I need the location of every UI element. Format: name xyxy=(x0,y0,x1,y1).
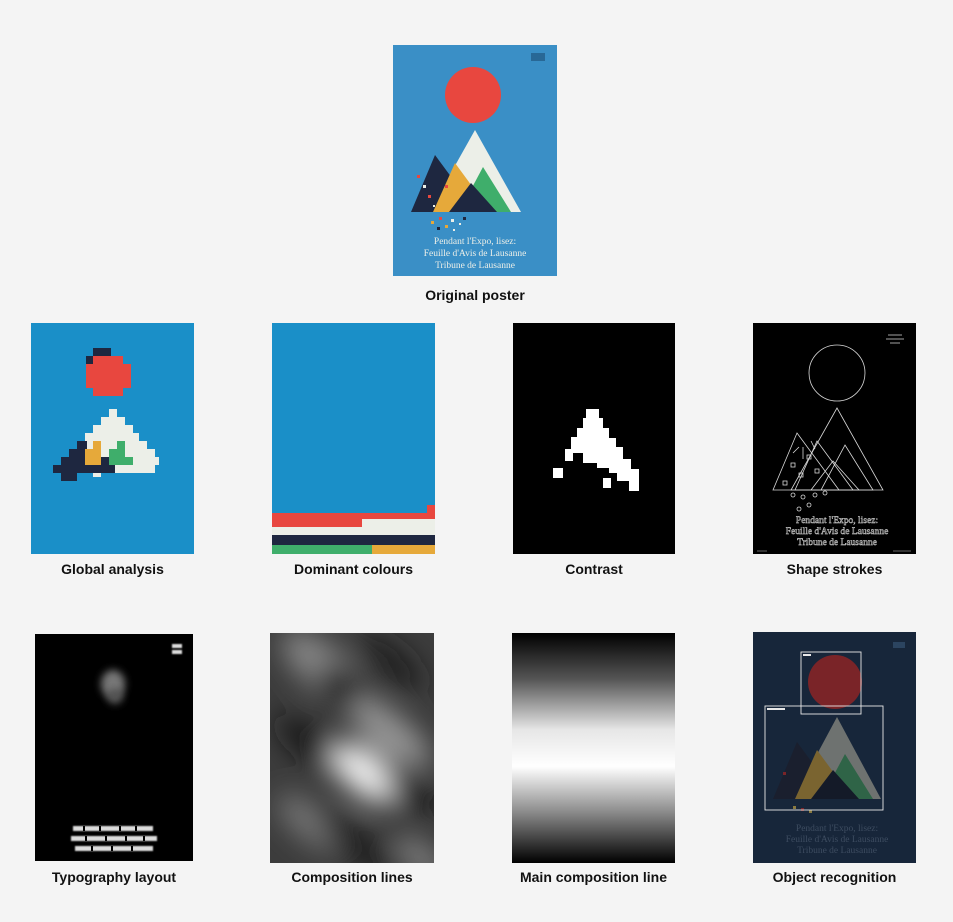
caption-main-composition-line: Main composition line xyxy=(519,869,667,885)
caption-dominant-colours: Dominant colours xyxy=(293,561,413,577)
strokes-line-1: Pendant l'Expo, lisez: xyxy=(796,516,878,526)
caption-object-recognition: Object recognition xyxy=(772,869,897,885)
shape-strokes-image: Pendant l'Expo, lisez: Feuille d'Avis de… xyxy=(753,323,916,554)
objects-line-3: Tribune de Lausanne xyxy=(797,846,877,856)
objects-line-1: Pendant l'Expo, lisez: xyxy=(796,824,878,834)
caption-typography-layout: Typography layout xyxy=(51,869,177,885)
object-recognition-image: Pendant l'Expo, lisez: Feuille d'Avis de… xyxy=(753,632,916,863)
poster-line-3: Tribune de Lausanne xyxy=(435,261,515,271)
dominant-colours-image xyxy=(272,323,435,554)
caption-composition-lines: Composition lines xyxy=(291,869,413,885)
caption-original-poster: Original poster xyxy=(425,287,525,303)
poster-line-2: Feuille d'Avis de Lausanne xyxy=(424,249,527,259)
caption-global-analysis: Global analysis xyxy=(61,561,164,577)
main-composition-line-image xyxy=(512,633,675,863)
composition-lines-image xyxy=(270,633,434,863)
strokes-line-3: Tribune de Lausanne xyxy=(797,538,877,548)
contrast-image xyxy=(513,323,675,554)
original-poster: Pendant l'Expo, lisez: Feuille d'Avis de… xyxy=(393,45,557,276)
strokes-line-2: Feuille d'Avis de Lausanne xyxy=(786,527,889,537)
global-analysis-image xyxy=(31,323,194,554)
original-poster-artwork: Pendant l'Expo, lisez: Feuille d'Avis de… xyxy=(393,45,557,276)
caption-contrast: Contrast xyxy=(565,561,623,577)
poster-line-1: Pendant l'Expo, lisez: xyxy=(434,237,516,247)
typography-layout-image xyxy=(35,634,193,861)
objects-line-2: Feuille d'Avis de Lausanne xyxy=(786,835,889,845)
caption-shape-strokes: Shape strokes xyxy=(786,561,883,577)
